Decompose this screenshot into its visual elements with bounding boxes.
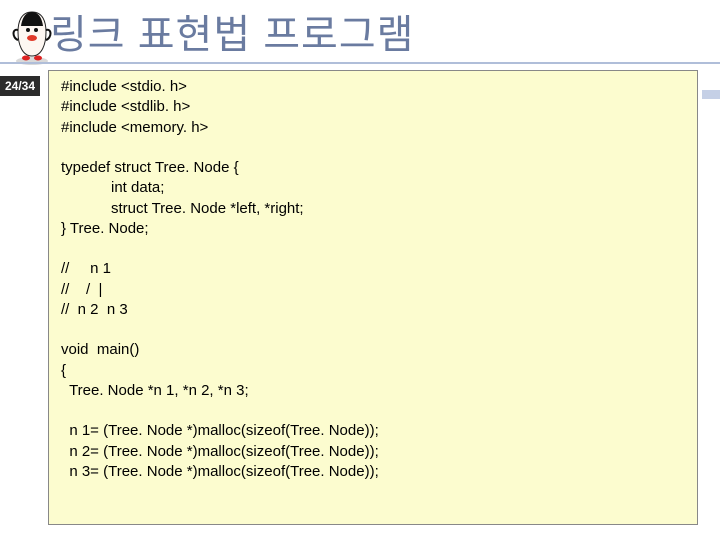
accent-bar xyxy=(702,90,720,99)
code-block: #include <stdio. h> #include <stdlib. h>… xyxy=(48,70,698,525)
title-underline xyxy=(0,62,720,64)
code-text: #include <stdio. h> #include <stdlib. h>… xyxy=(61,78,379,480)
page-title: 링크 표현법 프로그램 xyxy=(50,2,414,60)
page-number-badge: 24/34 xyxy=(0,76,40,96)
slide-root: 링크 표현법 프로그램 24/34 #include <stdio. h> #i… xyxy=(0,0,720,540)
duke-logo xyxy=(10,8,54,66)
